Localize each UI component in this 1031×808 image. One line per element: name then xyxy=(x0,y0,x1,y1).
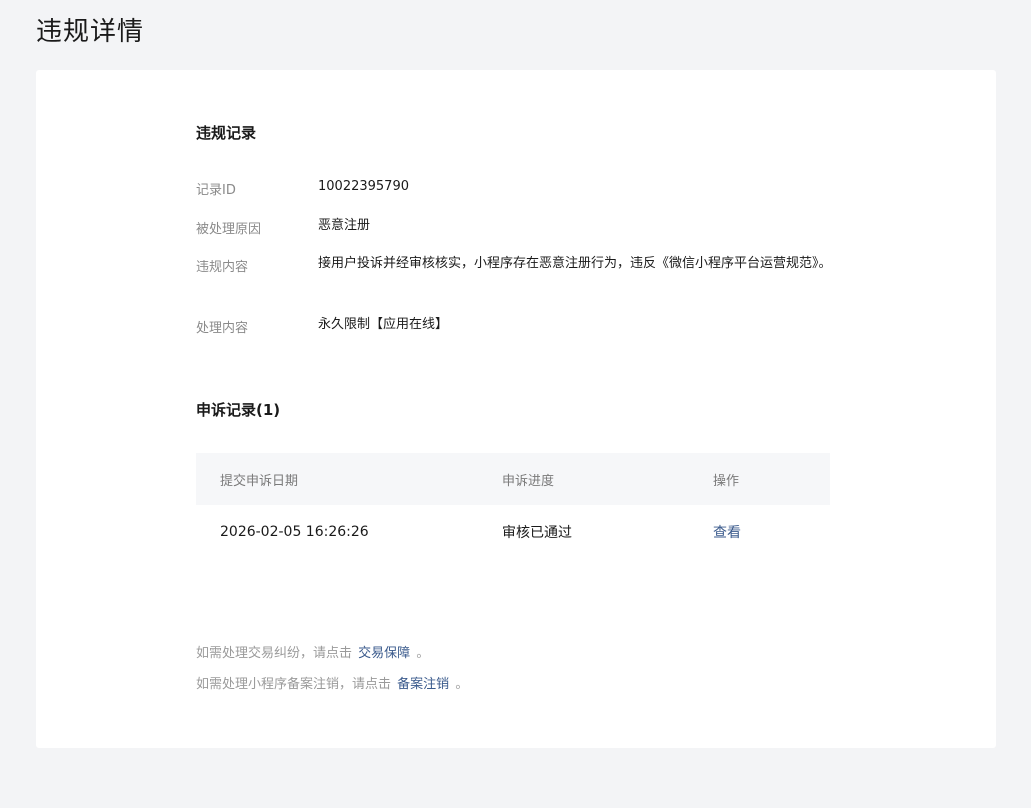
appeal-table-header: 提交申诉日期 申诉进度 操作 xyxy=(196,453,830,505)
appeal-action-cell: 查看 xyxy=(713,505,741,559)
column-header-progress: 申诉进度 xyxy=(502,473,555,489)
violation-content-label: 违规内容 xyxy=(196,260,249,275)
view-appeal-link[interactable]: 查看 xyxy=(713,522,741,542)
violation-content-value: 接用户投诉并经审核核实，小程序存在恶意注册行为，违反《微信小程序平台运营规范》。 xyxy=(318,256,832,271)
record-id-label: 记录ID xyxy=(196,183,236,198)
reason-value: 恶意注册 xyxy=(318,218,371,233)
footer-trade-guarantee-line: 如需处理交易纠纷，请点击 交易保障 。 xyxy=(196,642,429,661)
appeal-record-title: 申诉记录(1) xyxy=(196,401,281,419)
appeal-progress: 审核已通过 xyxy=(502,525,572,541)
appeal-table: 提交申诉日期 申诉进度 操作 2026-02-05 16:26:26 审核已通过… xyxy=(196,453,830,559)
page-title: 违规详情 xyxy=(36,17,145,47)
column-header-date: 提交申诉日期 xyxy=(220,473,299,489)
footer-filing-cancel-line: 如需处理小程序备案注销，请点击 备案注销 。 xyxy=(196,673,468,692)
appeal-date: 2026-02-05 16:26:26 xyxy=(220,524,369,540)
violation-record-title: 违规记录 xyxy=(196,124,257,142)
filing-cancel-link[interactable]: 备案注销 xyxy=(397,677,449,692)
footer-filing-text: 如需处理小程序备案注销，请点击 xyxy=(196,677,392,692)
table-row: 2026-02-05 16:26:26 审核已通过 查看 xyxy=(196,505,830,559)
column-header-action: 操作 xyxy=(713,473,740,489)
record-id-value: 10022395790 xyxy=(318,179,409,194)
footer-trade-suffix: 。 xyxy=(416,646,430,661)
handling-content-value: 永久限制【应用在线】 xyxy=(318,317,449,332)
reason-label: 被处理原因 xyxy=(196,222,262,237)
handling-content-label: 处理内容 xyxy=(196,321,249,336)
footer-trade-text: 如需处理交易纠纷，请点击 xyxy=(196,646,353,661)
violation-detail-card: 违规记录 记录ID 10022395790 被处理原因 恶意注册 违规内容 接用… xyxy=(36,70,996,748)
trade-guarantee-link[interactable]: 交易保障 xyxy=(358,646,410,661)
footer-filing-suffix: 。 xyxy=(455,677,469,692)
